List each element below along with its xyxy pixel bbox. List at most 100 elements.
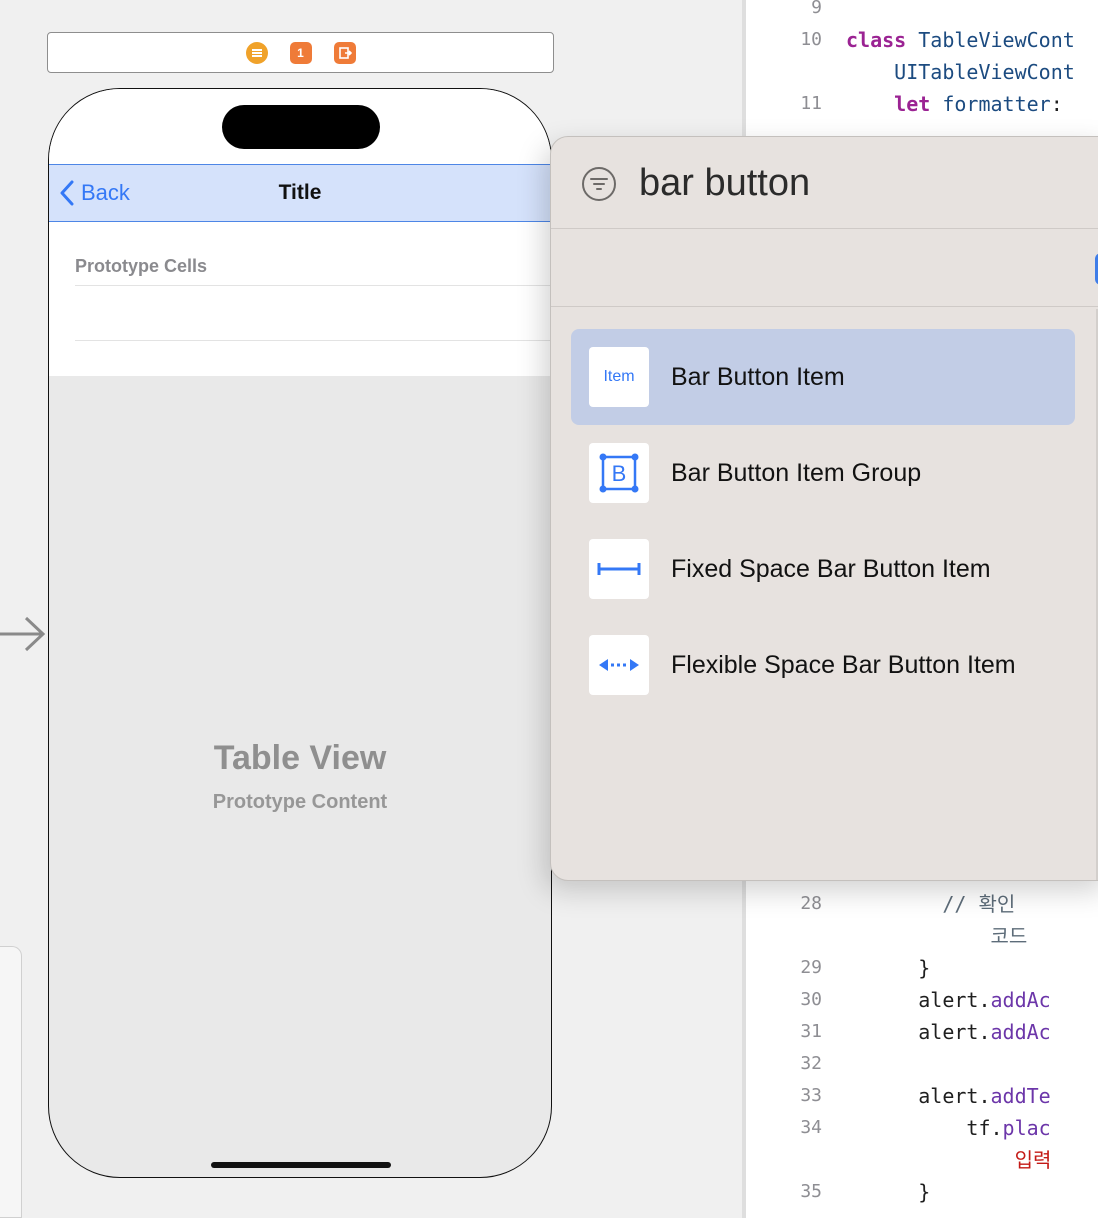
separator <box>75 340 551 341</box>
table-view-placeholder-subtitle: Prototype Content <box>212 791 388 813</box>
list-item[interactable]: Flexible Space Bar Button Item <box>571 617 1075 713</box>
code-line[interactable]: 35 } <box>746 1176 1098 1208</box>
code-line[interactable]: 11 let formatter: <box>746 88 1098 120</box>
code-line[interactable]: 29 } <box>746 952 1098 984</box>
list-item[interactable]: Fixed Space Bar Button Item <box>571 521 1075 617</box>
first-responder-label: 1 <box>297 45 304 60</box>
code-text: // 확인 <box>846 888 1015 920</box>
svg-text:B: B <box>612 461 627 486</box>
code-line[interactable]: 33 alert.addTe <box>746 1080 1098 1112</box>
code-text: alert.addAc <box>846 1016 1051 1048</box>
table-header-area[interactable]: Prototype Cells <box>49 222 551 376</box>
code-text: alert.addTe <box>846 1080 1051 1112</box>
library-toolbar <box>551 229 1098 307</box>
line-number: 35 <box>800 1181 822 1202</box>
code-text: class TableViewCont <box>846 24 1075 56</box>
first-responder-icon[interactable]: 1 <box>289 41 312 64</box>
code-line[interactable]: 31 alert.addAc <box>746 1016 1098 1048</box>
dynamic-island <box>222 105 380 149</box>
code-line[interactable]: 10 class TableViewCont <box>746 24 1098 56</box>
code-line[interactable]: 28 // 확인 <box>746 888 1098 920</box>
code-text: } <box>846 1176 930 1208</box>
separator <box>75 285 551 286</box>
line-number: 31 <box>800 1021 822 1042</box>
line-number: 30 <box>800 989 822 1010</box>
code-text: } <box>846 952 930 984</box>
code-token: plac <box>1002 1116 1051 1140</box>
code-text: tf.plac <box>846 1112 1051 1144</box>
code-text: alert.addAc <box>846 984 1051 1016</box>
prototype-cells-header: Prototype Cells <box>75 256 208 276</box>
code-token: alert. <box>846 988 991 1012</box>
code-token: 코드 <box>990 924 1028 948</box>
code-text: 코드 <box>846 920 1028 952</box>
code-token: class <box>846 28 907 52</box>
bar-button-item-thumbnail: Item <box>589 347 649 407</box>
result-label: Bar Button Item <box>671 363 845 391</box>
line-number: 32 <box>800 1053 822 1074</box>
code-token: formatter <box>942 92 1051 116</box>
code-token: let <box>894 92 931 116</box>
library-results-list: Item Bar Button Item B Bar Button Item G… <box>571 329 1075 713</box>
exit-icon[interactable] <box>333 41 356 64</box>
nav-title[interactable]: Title <box>49 165 551 221</box>
iphone-scene[interactable]: Back Title Prototype Cells Table View Pr… <box>48 88 552 1178</box>
line-number: 34 <box>800 1117 822 1138</box>
line-number: 29 <box>800 957 822 978</box>
line-number: 10 <box>800 29 822 50</box>
fixed-space-icon <box>589 539 649 599</box>
list-item[interactable]: Item Bar Button Item <box>571 329 1075 425</box>
code-token: UITableViewCont <box>894 60 1075 84</box>
code-text: let formatter: <box>846 88 1075 120</box>
line-number: 9 <box>811 0 822 18</box>
code-text: UITableViewCont <box>846 56 1075 88</box>
bar-button-item-group-icon: B <box>589 443 649 503</box>
code-line[interactable]: 30 alert.addAc <box>746 984 1098 1016</box>
filter-icon[interactable] <box>581 166 617 202</box>
code-line[interactable]: UITableViewCont <box>746 56 1098 88</box>
flexible-space-icon <box>589 635 649 695</box>
result-label: Flexible Space Bar Button Item <box>671 651 1016 679</box>
code-line[interactable]: 32 <box>746 1048 1098 1080</box>
code-token: addAc <box>990 988 1051 1012</box>
side-panel-edge <box>0 946 22 1218</box>
code-token: : <box>1050 92 1075 116</box>
object-library-popover[interactable]: Item Bar Button Item B Bar Button Item G… <box>550 136 1098 881</box>
line-number: 33 <box>800 1085 822 1106</box>
code-line[interactable]: 입력 <box>746 1144 1098 1176</box>
code-line[interactable]: 34 tf.plac <box>746 1112 1098 1144</box>
list-item[interactable]: B Bar Button Item Group <box>571 425 1075 521</box>
code-token: addAc <box>990 1020 1051 1044</box>
code-token: alert. <box>846 1020 991 1044</box>
code-token: addTe <box>990 1084 1051 1108</box>
library-search-input[interactable] <box>639 159 1059 207</box>
table-view-placeholder-title: Table View <box>213 739 387 777</box>
scene-dock: 1 <box>47 32 554 73</box>
code-token: } <box>846 956 931 980</box>
code-token: alert. <box>846 1084 991 1108</box>
code-token: 입력 <box>1014 1148 1052 1172</box>
code-text: 입력 <box>846 1144 1052 1176</box>
result-label: Bar Button Item Group <box>671 459 922 487</box>
view-controller-icon[interactable] <box>245 41 268 64</box>
result-label: Fixed Space Bar Button Item <box>671 555 991 583</box>
code-line[interactable]: 코드 <box>746 920 1098 952</box>
line-number: 11 <box>800 93 822 114</box>
code-token: tf. <box>846 1116 1003 1140</box>
code-line[interactable]: 9 <box>746 0 1098 24</box>
code-token: // 확인 <box>942 892 1016 916</box>
library-search-row <box>551 137 1098 229</box>
item-thumb-label: Item <box>603 368 635 385</box>
home-indicator <box>211 1162 391 1168</box>
entry-point-arrow-icon[interactable] <box>0 612 48 656</box>
code-token: TableViewCont <box>918 28 1075 52</box>
line-number: 28 <box>800 893 822 914</box>
navigation-bar[interactable]: Back Title <box>49 164 551 222</box>
